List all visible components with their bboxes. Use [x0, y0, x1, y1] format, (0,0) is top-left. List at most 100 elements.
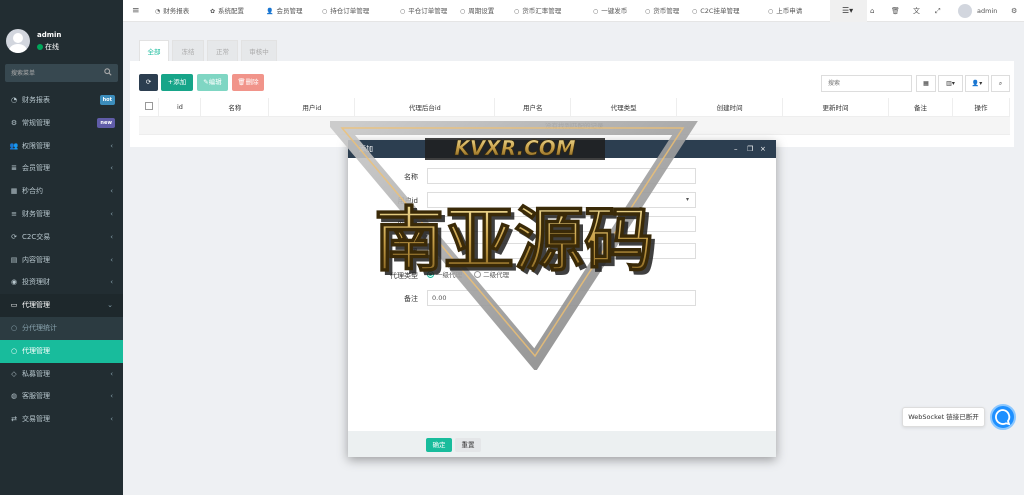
- radio-level2-label[interactable]: 二级代理: [483, 271, 509, 279]
- sidebar-item[interactable]: ≣ 会员管理 ‹: [0, 157, 123, 180]
- sidebar-item[interactable]: 👥 权限管理 ‹: [0, 135, 123, 158]
- top-navbar: ≡ ◔ 财务报表 ✿ 系统配置 👤 会员管理 ○ 持仓订单管理 ○ 平仓订单管理 ○ 周期设置 ○ 货币汇…: [123, 0, 1024, 22]
- maximize-icon[interactable]: ❐: [747, 140, 753, 158]
- fullscreen-icon[interactable]: ⤢: [935, 0, 941, 22]
- top-nav-item[interactable]: ○ 平仓订单管理: [400, 0, 447, 22]
- column-header[interactable]: 名称: [200, 98, 270, 117]
- remark-input[interactable]: [427, 290, 696, 306]
- handshake-icon: ⇄: [11, 415, 17, 424]
- table-search-input[interactable]: [821, 75, 912, 92]
- username-input[interactable]: [427, 216, 696, 232]
- radio-level1[interactable]: [427, 271, 434, 278]
- add-button[interactable]: +添加: [161, 74, 193, 91]
- language-icon[interactable]: 文: [913, 0, 920, 22]
- column-header[interactable]: 备注: [888, 98, 953, 117]
- sidebar-item[interactable]: ◔ 财务报表 hot: [0, 89, 123, 112]
- tab-normal[interactable]: 正常: [207, 40, 238, 62]
- user-status: 在线: [37, 42, 59, 52]
- radio-level2[interactable]: [474, 271, 482, 278]
- select-all-checkbox[interactable]: [144, 101, 153, 110]
- search-icon: ⌕: [998, 80, 1003, 87]
- reset-button[interactable]: 重置: [455, 438, 481, 452]
- column-header[interactable]: 创建时间: [676, 98, 784, 117]
- edit-button[interactable]: ✎编辑: [197, 74, 228, 91]
- sidebar-item[interactable]: ▦ 秒合约 ‹: [0, 180, 123, 203]
- toggle-view-button[interactable]: ▦: [916, 75, 936, 92]
- top-nav-label: C2C挂单管理: [700, 7, 740, 15]
- top-admin-name[interactable]: admin: [977, 0, 997, 22]
- sidebar-item[interactable]: ○ 代理管理: [0, 339, 123, 363]
- avatar[interactable]: [6, 29, 30, 53]
- confirm-button[interactable]: 确定: [426, 438, 452, 452]
- tab-frozen[interactable]: 冻结: [172, 40, 204, 62]
- home-icon[interactable]: ⌂: [870, 0, 874, 22]
- circle-icon: ○: [593, 8, 599, 15]
- top-nav-label: 持仓订单管理: [330, 7, 370, 15]
- top-nav-item[interactable]: ○ 持仓订单管理: [322, 0, 369, 22]
- chat-bubble-icon[interactable]: [990, 404, 1016, 430]
- minimize-icon[interactable]: –: [734, 140, 738, 158]
- sidebar-item[interactable]: ◇ 私募管理 ‹: [0, 363, 123, 386]
- top-nav-item[interactable]: ◔ 财务报表: [155, 0, 189, 22]
- password-input[interactable]: [427, 243, 696, 259]
- select-all-cell: [139, 98, 160, 117]
- sidebar-item[interactable]: ⚙ 常规管理 new: [0, 112, 123, 135]
- radio-level1-label[interactable]: 一级代理: [436, 271, 462, 279]
- top-nav-item[interactable]: ○ 上币申请: [768, 0, 802, 22]
- group-icon: 👥: [9, 141, 19, 150]
- export-button[interactable]: 👤▾: [965, 75, 989, 92]
- top-nav-item[interactable]: ✿ 系统配置: [210, 0, 244, 22]
- search-icon[interactable]: [104, 68, 112, 76]
- user-name: admin: [37, 31, 62, 39]
- advanced-search-button[interactable]: ⌕: [991, 75, 1010, 92]
- column-header[interactable]: 代理类型: [570, 98, 678, 117]
- user-id-select[interactable]: ▾: [427, 192, 696, 208]
- menu-search-input[interactable]: [5, 64, 100, 82]
- sidebar-item-label: 会员管理: [22, 164, 50, 173]
- top-nav-item[interactable]: ○ 货币管理: [645, 0, 679, 22]
- sidebar-item-label: C2C交易: [22, 232, 51, 241]
- column-header[interactable]: 用户名: [494, 98, 572, 117]
- column-header[interactable]: 用户id: [268, 98, 356, 117]
- user-icon: 👤: [266, 8, 274, 15]
- column-header[interactable]: id: [158, 98, 202, 117]
- circle-icon: ○: [645, 8, 651, 15]
- sidebar-item[interactable]: ◉ 投资理财 ‹: [0, 271, 123, 294]
- column-header[interactable]: 更新时间: [782, 98, 890, 117]
- top-nav-label: 会员管理: [276, 7, 303, 15]
- dialog-title: 添加: [359, 145, 373, 153]
- table-icon: ▦: [923, 80, 929, 87]
- top-nav-item[interactable]: ○ 周期设置: [460, 0, 494, 22]
- sidebar-item[interactable]: ○ 分代理统计: [0, 316, 123, 340]
- name-input[interactable]: [427, 168, 696, 184]
- topbar-dropdown-toggle[interactable]: ☰▾: [830, 0, 867, 22]
- top-nav-item[interactable]: 👤 会员管理: [266, 0, 302, 22]
- sidebar-item[interactable]: ≡ 财务管理 ‹: [0, 203, 123, 226]
- column-header[interactable]: 代理后台id: [354, 98, 496, 117]
- top-avatar[interactable]: [958, 4, 972, 18]
- top-nav-item[interactable]: ○ 货币汇率管理: [514, 0, 561, 22]
- tab-reviewing[interactable]: 审核中: [241, 40, 277, 62]
- sidebar-item[interactable]: ⇄ 交易管理 ‹: [0, 408, 123, 431]
- sidebar-item[interactable]: ▤ 内容管理 ‹: [0, 249, 123, 272]
- chevron-left-icon: ‹: [110, 164, 113, 173]
- sidebar-item[interactable]: ⟳ C2C交易 ‹: [0, 226, 123, 249]
- columns-button[interactable]: ▥▾: [938, 75, 963, 92]
- chevron-left-icon: ‹: [110, 415, 113, 424]
- close-icon[interactable]: ×: [760, 140, 766, 158]
- column-header[interactable]: 操作: [952, 98, 1011, 117]
- trash-icon[interactable]: 🗑: [891, 0, 900, 22]
- sidebar-item[interactable]: ◍ 客服管理 ‹: [0, 385, 123, 408]
- sidebar-item[interactable]: ▭ 代理管理 ⌄: [0, 294, 123, 317]
- settings-icon[interactable]: ⚙: [1011, 0, 1017, 22]
- tab-all[interactable]: 全部: [139, 40, 169, 62]
- user-icon: 👤▾: [971, 80, 983, 87]
- sidebar-item-label: 权限管理: [22, 141, 50, 150]
- top-nav-item[interactable]: ○ 一键发币: [593, 0, 627, 22]
- top-nav-label: 上币申请: [776, 7, 803, 15]
- refresh-button[interactable]: ⟳: [139, 74, 158, 91]
- delete-button[interactable]: 🗑删除: [232, 74, 264, 91]
- top-nav-item[interactable]: ○ C2C挂单管理: [692, 0, 739, 22]
- hamburger-icon[interactable]: ≡: [132, 0, 140, 22]
- top-nav-label: 平仓订单管理: [408, 7, 448, 15]
